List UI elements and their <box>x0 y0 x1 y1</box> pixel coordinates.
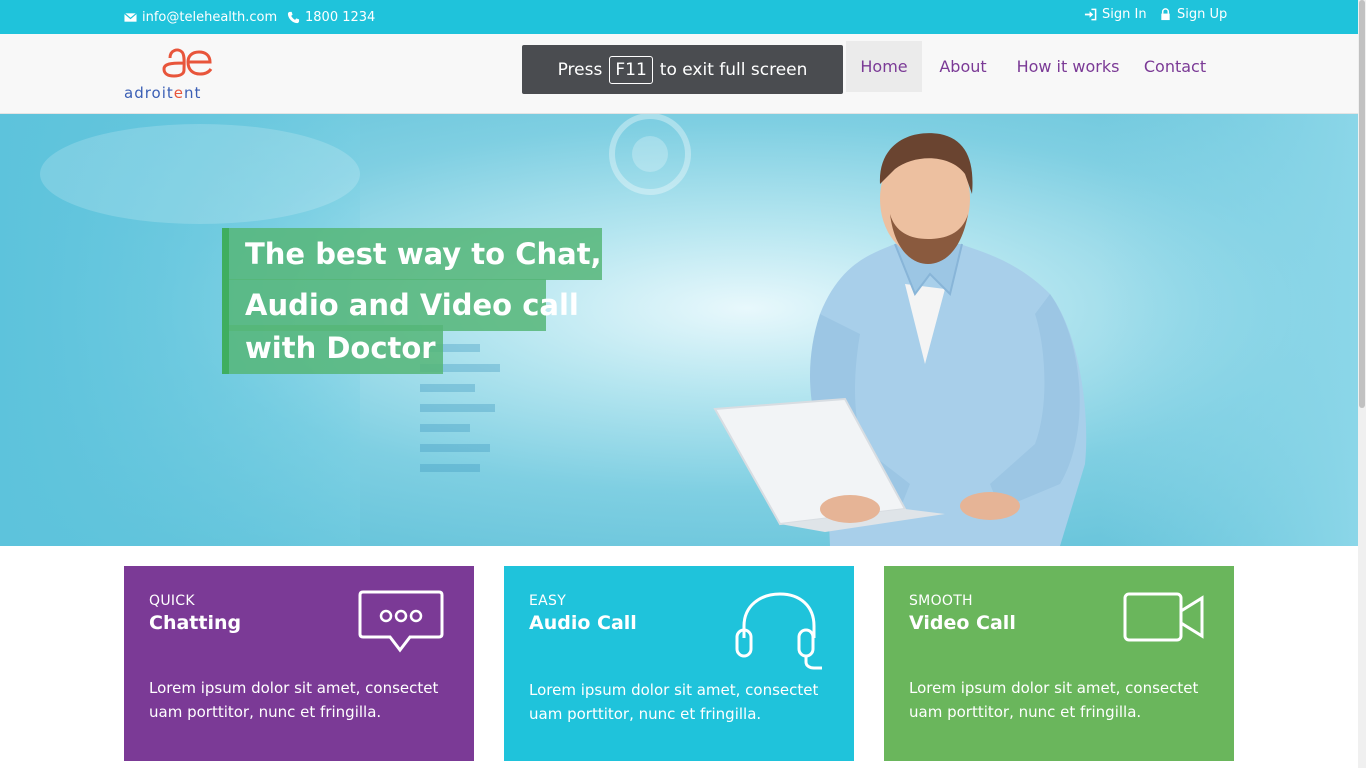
headline-line-1: The best way to Chat, <box>222 228 602 280</box>
feature-title: Video Call <box>909 612 1016 634</box>
hero-banner: The best way to Chat, Audio and Video ca… <box>0 114 1358 546</box>
hero-background-graphics <box>40 114 691 472</box>
nav-home[interactable]: Home <box>846 41 922 92</box>
fullscreen-rest-text: to exit full screen <box>659 59 808 80</box>
feature-card-chatting[interactable]: QUICK Chatting Lorem ipsum dolor sit ame… <box>124 566 474 761</box>
page-scrollbar[interactable] <box>1358 0 1366 768</box>
feature-description: Lorem ipsum dolor sit amet, consectet ua… <box>909 679 1199 721</box>
doctor-illustration <box>713 133 1087 546</box>
nav-about[interactable]: About <box>930 41 996 92</box>
headline-line-2: Audio and Video call <box>222 279 579 331</box>
sign-in-label: Sign In <box>1102 7 1147 22</box>
email-text: info@telehealth.com <box>142 10 278 25</box>
feature-title: Chatting <box>149 612 242 634</box>
feature-card-audio-call[interactable]: EASY Audio Call Lorem ipsum dolor sit am… <box>504 566 854 761</box>
feature-card-video-call[interactable]: SMOOTH Video Call Lorem ipsum dolor sit … <box>884 566 1234 761</box>
scrollbar-thumb[interactable] <box>1359 0 1365 408</box>
video-camera-icon <box>1123 592 1204 642</box>
sign-up-label: Sign Up <box>1177 7 1228 22</box>
site-header: adroitent Press F11 to exit full screen … <box>0 34 1358 114</box>
sign-in-link[interactable]: Sign In <box>1084 7 1147 22</box>
envelope-icon <box>124 12 137 22</box>
headset-icon <box>735 592 822 670</box>
nav-contact[interactable]: Contact <box>1136 41 1214 92</box>
fullscreen-key: F11 <box>609 55 653 84</box>
phone-contact[interactable]: 1800 1234 <box>287 10 375 25</box>
headline-line-3: with Doctor <box>222 325 443 374</box>
feature-kicker: SMOOTH <box>909 593 973 609</box>
sign-up-link[interactable]: Sign Up <box>1159 7 1227 22</box>
feature-kicker: EASY <box>529 593 567 609</box>
sign-in-icon <box>1084 8 1097 21</box>
feature-description: Lorem ipsum dolor sit amet, consectet ua… <box>149 679 439 721</box>
top-contact-bar: info@telehealth.com 1800 1234 Sign In Si… <box>0 0 1358 34</box>
logo-wordmark: adroitent <box>124 84 202 102</box>
phone-icon <box>287 11 300 24</box>
logo[interactable]: adroitent <box>122 44 252 104</box>
lock-icon <box>1161 8 1170 21</box>
phone-text: 1800 1234 <box>305 10 376 25</box>
fullscreen-notice: Press F11 to exit full screen <box>522 45 843 94</box>
nav-how-it-works[interactable]: How it works <box>1008 41 1128 92</box>
email-contact[interactable]: info@telehealth.com <box>124 10 277 25</box>
logo-mark-icon <box>162 48 213 78</box>
chat-bubble-icon <box>358 590 444 653</box>
feature-kicker: QUICK <box>149 593 195 609</box>
feature-title: Audio Call <box>529 612 637 634</box>
fullscreen-press-text: Press <box>557 59 603 80</box>
feature-description: Lorem ipsum dolor sit amet, consectet ua… <box>529 681 819 723</box>
